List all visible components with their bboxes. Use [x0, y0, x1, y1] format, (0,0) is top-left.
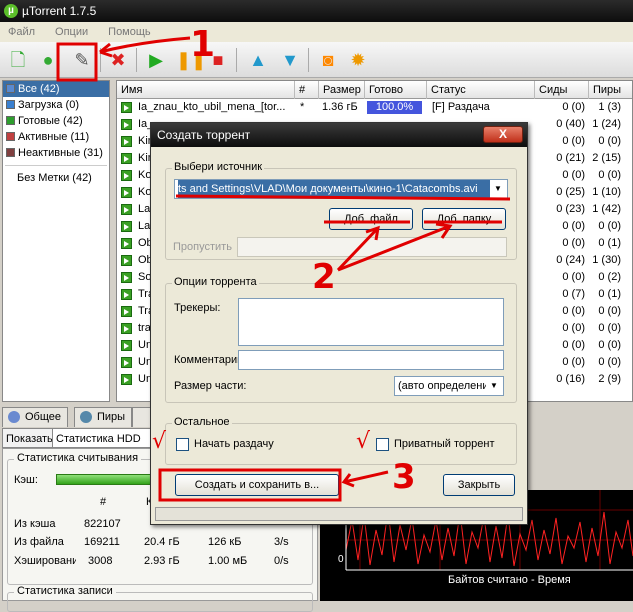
create-torrent-highlight	[56, 42, 98, 82]
annotation-2: 2	[312, 257, 336, 297]
path-underline	[175, 194, 511, 201]
annotation-overlay: 1 2 3 √ √	[56, 24, 511, 502]
arrow-3	[341, 470, 389, 488]
annotation-3: 3	[392, 457, 416, 497]
arrow-2b	[337, 222, 453, 272]
annotation-1: 1	[190, 24, 215, 65]
annotation-marks	[56, 36, 511, 502]
arrow-1	[99, 36, 191, 54]
checkmark-private: √	[356, 429, 371, 454]
checkmark-start-seed: √	[152, 429, 167, 454]
create-save-highlight	[158, 468, 342, 502]
